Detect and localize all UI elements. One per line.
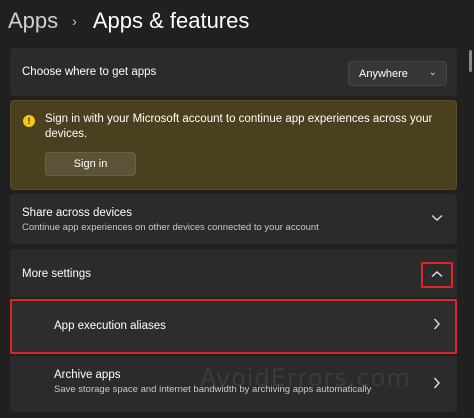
more-settings-title: More settings xyxy=(22,268,92,280)
share-across-devices-row[interactable]: Share across devices Continue app experi… xyxy=(10,194,457,244)
choose-source-label: Choose where to get apps xyxy=(22,66,157,78)
share-title: Share across devices xyxy=(22,207,132,219)
info-icon: ! xyxy=(23,115,35,127)
highlight-box-expander xyxy=(421,262,453,288)
choose-source-row: Choose where to get apps Anywhere ⌄ xyxy=(10,48,457,96)
breadcrumb-parent-apps[interactable]: Apps xyxy=(8,8,58,34)
chevron-down-icon: ⌄ xyxy=(428,67,437,78)
scrollbar[interactable] xyxy=(469,50,472,72)
watermark: AvoidErrors.com xyxy=(200,364,411,392)
chevron-right-icon: › xyxy=(72,13,77,29)
page-title: Apps & features xyxy=(92,8,250,33)
chevron-down-icon[interactable] xyxy=(431,211,443,225)
signin-banner: ! Sign in with your Microsoft account to… xyxy=(10,100,457,190)
chevron-right-icon xyxy=(433,376,441,392)
signin-button[interactable]: Sign in xyxy=(45,152,136,176)
breadcrumb: Apps › Apps & features xyxy=(8,4,249,38)
more-settings-header[interactable]: More settings xyxy=(10,249,457,297)
dropdown-value: Anywhere xyxy=(359,67,408,80)
highlight-box-aliases xyxy=(10,299,457,354)
share-description: Continue app experiences on other device… xyxy=(22,222,319,233)
archive-apps-title: Archive apps xyxy=(54,369,121,381)
signin-message: Sign in with your Microsoft account to c… xyxy=(45,113,433,140)
source-dropdown[interactable]: Anywhere ⌄ xyxy=(348,61,447,86)
